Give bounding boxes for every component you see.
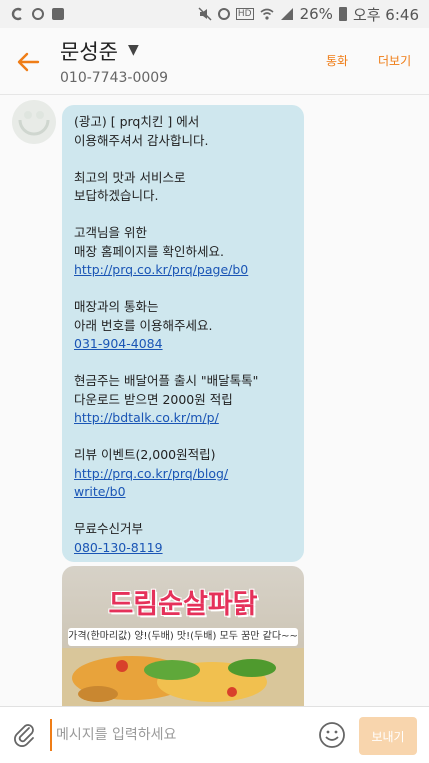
status-bar: HD 26% 오후 6:46 [0,0,429,28]
message-line: 매장과의 통화는 [74,299,159,314]
message-line: 아래 번호를 이용해주세요. [74,317,213,333]
contact-name[interactable]: 문성준 [60,36,118,66]
call-button[interactable]: 통화 [326,52,348,69]
image-tagline: 가격(한마리값) 양!(두배) 맛!(두배) 모두 꿈만 같다~~ [68,628,298,646]
more-button[interactable]: 더보기 [378,52,411,69]
mute-icon [198,7,212,21]
briefcase-icon [52,8,64,20]
back-arrow-icon[interactable] [14,48,42,76]
message-image[interactable]: 드림순살파닭 가격(한마리값) 양!(두배) 맛!(두배) 모두 꿈만 같다~~ [62,566,304,706]
app-notification-icon [10,7,24,21]
message-line: 보답하겠습니다. [74,188,159,203]
image-title: 드림순살파닭 [108,589,258,620]
message-line: 무료수신거부 [74,521,144,536]
hd-icon: HD [235,8,254,20]
message-line: 매장 홈페이지를 확인하세요. [74,243,224,259]
conversation-header: 문성준 ▼ 010-7743-0009 통화 더보기 [0,28,429,95]
wifi-icon [260,7,274,21]
message-bubble: (광고) [ prq치킨 ] 에서이용해주셔서 감사합니다. 최고의 맛과 서비스… [62,105,304,562]
paperclip-icon[interactable] [12,722,38,748]
alarm-icon [32,8,44,20]
contact-number: 010-7743-0009 [60,70,169,86]
emoji-icon[interactable] [318,721,346,749]
battery-icon [338,7,347,21]
message-line: 리뷰 이벤트(2,000원적립) [74,447,216,462]
message-link[interactable]: http://bdtalk.co.kr/m/p/ [74,409,292,428]
food-photo [62,648,304,706]
message-link[interactable]: http://prq.co.kr/prq/page/b0 [74,261,292,280]
message-input[interactable] [50,719,310,751]
send-button[interactable]: 보내기 [359,717,417,755]
message-link[interactable]: http://prq.co.kr/prq/blog/ [74,465,292,484]
message-line: 최고의 맛과 서비스로 [74,169,186,185]
message-link[interactable]: 080-130-8119 [74,539,292,558]
message-line: 다운로드 받으면 2000원 적립 [74,391,233,407]
message-line: (광고) [ prq치킨 ] 에서 [74,114,200,129]
caret-down-icon[interactable]: ▼ [128,42,139,58]
alarm-status-icon [217,8,230,20]
composer-bar: 보내기 [0,706,429,763]
message-link[interactable]: write/b0 [74,483,292,502]
message-link[interactable]: 031-904-4084 [74,335,292,354]
sender-avatar[interactable] [12,100,56,144]
signal-icon [280,7,294,21]
message-line: 이용해주셔서 감사합니다. [74,132,209,148]
message-line: 고객님을 위한 [74,225,147,240]
battery-percent: 26% [299,5,333,23]
message-line: 현금주는 배달어플 출시 "배달톡톡" [74,373,259,388]
status-time: 오후 6:46 [352,5,419,24]
